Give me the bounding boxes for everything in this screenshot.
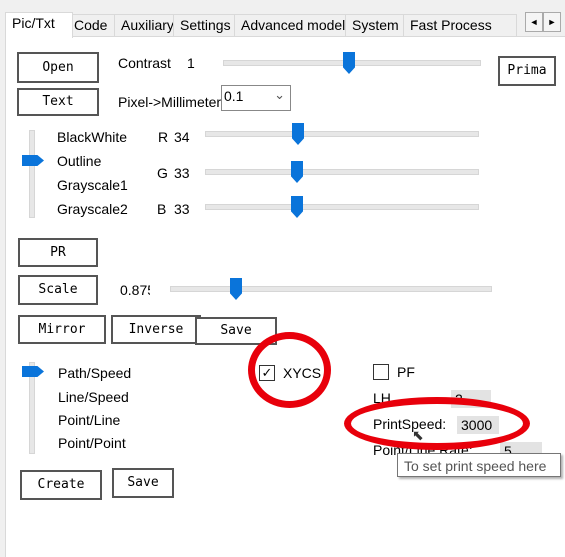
b-value: 33 — [174, 201, 190, 217]
mode-blackwhite: BlackWhite — [57, 129, 128, 145]
b-label: B — [157, 201, 167, 217]
path-speed-option: Path/Speed — [58, 365, 132, 381]
tab-scroll-left-icon[interactable]: ◄ — [525, 12, 543, 32]
scale-button[interactable]: Scale — [18, 275, 98, 305]
tab-system[interactable]: System — [345, 14, 405, 36]
r-value: 34 — [174, 129, 190, 145]
inverse-button[interactable]: Inverse — [111, 315, 201, 344]
tab-settings[interactable]: Settings — [173, 14, 235, 36]
pixel-mm-select[interactable]: 0.1 ⌄ — [221, 85, 291, 111]
mode-grayscale1: Grayscale1 — [57, 177, 128, 193]
pixel-mm-value: 0.1 — [224, 88, 244, 104]
point-point-option: Point/Point — [58, 435, 126, 451]
tab-scroll: ◄ ► — [525, 12, 561, 32]
annotation-ellipse-print-speed — [344, 397, 530, 450]
g-slider[interactable] — [205, 169, 479, 175]
pixel-mm-label: Pixel->Millimeter — [118, 94, 222, 110]
scale-value[interactable]: 0.875 — [120, 282, 150, 298]
g-value: 33 — [174, 165, 190, 181]
r-label: R — [158, 129, 169, 145]
g-label: G — [157, 165, 168, 181]
tooltip: To set print speed here — [397, 453, 561, 477]
line-speed-option: Line/Speed — [58, 389, 129, 405]
tab-scroll-right-icon[interactable]: ► — [543, 12, 561, 32]
tab-fast-process[interactable]: Fast Process — [403, 14, 517, 36]
pf-label: PF — [397, 364, 415, 380]
scale-slider[interactable] — [170, 286, 492, 292]
tab-code[interactable]: Code — [67, 14, 115, 36]
tab-auxiliary[interactable]: Auxiliary — [114, 14, 175, 36]
text-button[interactable]: Text — [17, 88, 99, 116]
prima-button[interactable]: Prima — [498, 56, 556, 86]
save-path-button[interactable]: Save — [112, 468, 174, 498]
point-line-option: Point/Line — [58, 412, 121, 428]
tab-bar: Pic/Txt Code Auxiliary Settings Advanced… — [5, 12, 565, 38]
mode-slider[interactable] — [29, 130, 35, 218]
pr-button[interactable]: PR — [18, 238, 98, 267]
b-slider[interactable] — [205, 204, 479, 210]
tab-advanced-model[interactable]: Advanced model — [234, 14, 347, 36]
pf-checkbox[interactable] — [373, 364, 389, 380]
contrast-label: Contrast — [118, 55, 171, 71]
annotation-circle-xycs — [248, 332, 331, 408]
create-button[interactable]: Create — [20, 470, 102, 500]
open-button[interactable]: Open — [17, 52, 99, 83]
mode-outline: Outline — [57, 153, 102, 169]
tab-pic-txt[interactable]: Pic/Txt — [5, 12, 73, 38]
contrast-value: 1 — [187, 55, 195, 71]
chevron-down-icon: ⌄ — [274, 87, 285, 102]
mirror-button[interactable]: Mirror — [18, 315, 106, 344]
mode-grayscale2: Grayscale2 — [57, 201, 128, 217]
r-slider[interactable] — [205, 131, 479, 137]
